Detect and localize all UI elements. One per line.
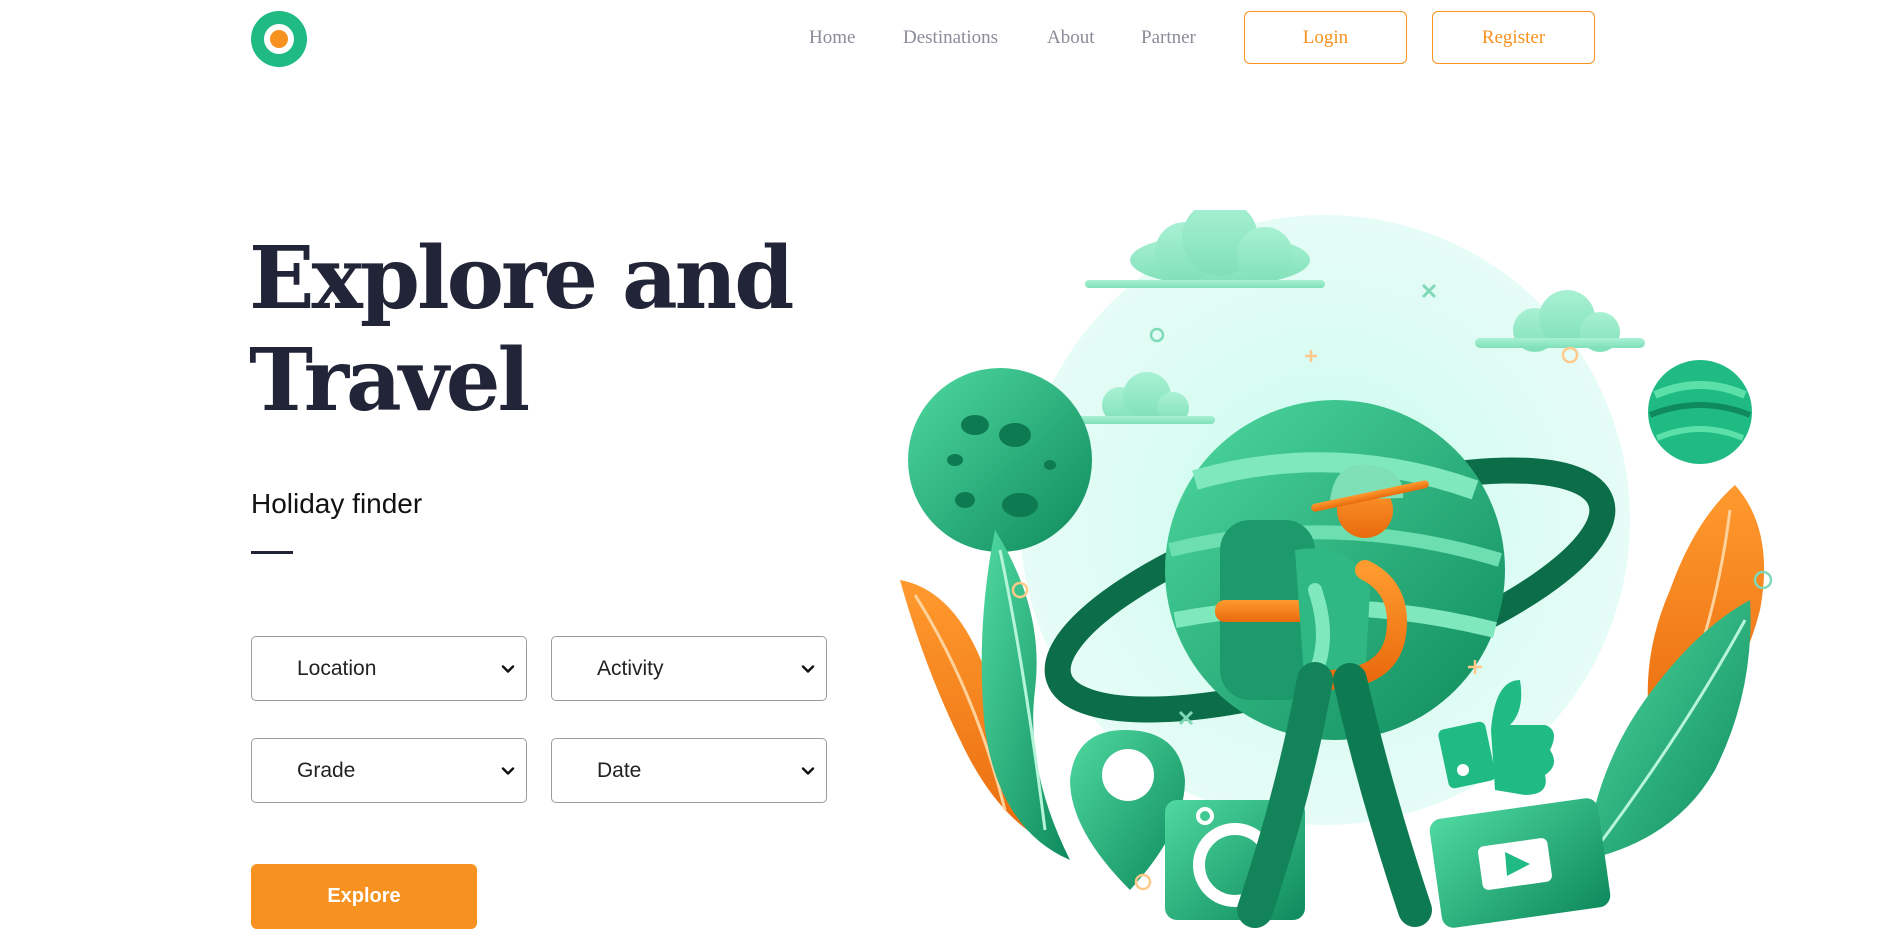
traveler-planet-illustration xyxy=(900,210,1773,928)
logo-dot xyxy=(270,30,288,48)
hero-title: Explore and Travel xyxy=(249,228,794,432)
activity-select[interactable]: Activity xyxy=(551,636,827,701)
top-navbar: Home Destinations About Partner Login Re… xyxy=(0,0,1878,80)
chevron-down-icon xyxy=(501,665,515,673)
date-select[interactable]: Date xyxy=(551,738,827,803)
location-select[interactable]: Location xyxy=(251,636,527,701)
nav-link-destinations[interactable]: Destinations xyxy=(903,27,998,49)
striped-planet xyxy=(1648,360,1752,464)
nav-link-about[interactable]: About xyxy=(1047,27,1095,49)
grade-select-value: Grade xyxy=(297,759,356,782)
hero-title-line-2: Travel xyxy=(249,330,530,431)
explore-button[interactable]: Explore xyxy=(251,864,477,929)
moon-planet xyxy=(908,368,1092,552)
chevron-down-icon xyxy=(501,767,515,775)
activity-select-value: Activity xyxy=(597,657,664,680)
holiday-finder-heading: Holiday finder xyxy=(251,488,423,519)
video-card-icon xyxy=(1429,798,1611,928)
location-select-value: Location xyxy=(297,657,377,680)
login-button[interactable]: Login xyxy=(1244,11,1407,64)
chevron-down-icon xyxy=(801,665,815,673)
logo-ring-icon[interactable] xyxy=(251,11,307,67)
heading-underline xyxy=(251,551,293,554)
register-button[interactable]: Register xyxy=(1432,11,1595,64)
date-select-value: Date xyxy=(597,759,642,782)
nav-link-partner[interactable]: Partner xyxy=(1141,27,1196,49)
hero-title-line-1: Explore and xyxy=(249,228,794,329)
grade-select[interactable]: Grade xyxy=(251,738,527,803)
chevron-down-icon xyxy=(801,767,815,775)
nav-link-home[interactable]: Home xyxy=(809,27,855,49)
logo-inner-ring xyxy=(264,24,294,54)
